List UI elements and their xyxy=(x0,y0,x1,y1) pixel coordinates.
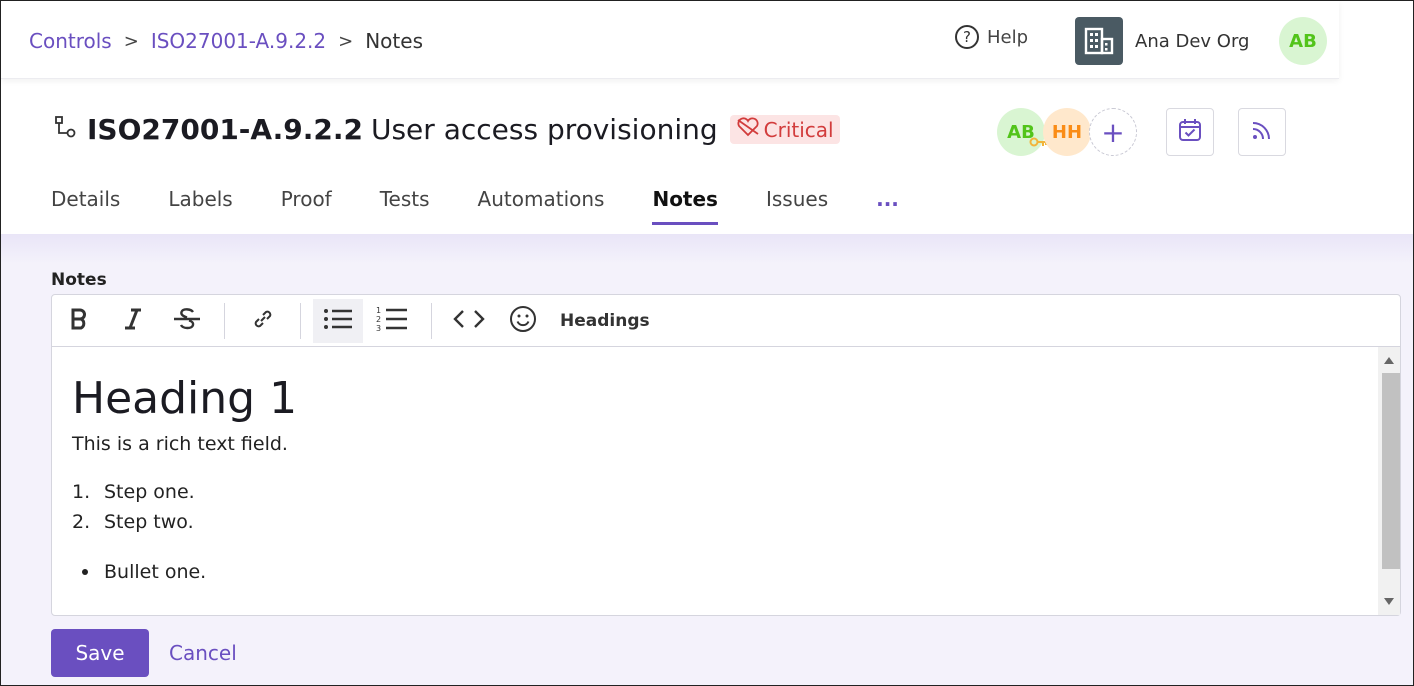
owner-avatars: AB HH + xyxy=(997,108,1137,156)
svg-text:1: 1 xyxy=(376,306,381,315)
notes-label: Notes xyxy=(51,270,107,290)
svg-text:3: 3 xyxy=(376,324,381,332)
toolbar-divider xyxy=(300,303,301,339)
link-button[interactable] xyxy=(238,299,288,343)
bullet-item: Bullet one. xyxy=(72,561,1358,583)
breadcrumb-separator: > xyxy=(338,30,354,52)
criticality-badge: Critical xyxy=(729,115,840,144)
link-icon xyxy=(251,307,275,335)
help-label: Help xyxy=(987,26,1029,48)
breadcrumb-separator: > xyxy=(123,30,139,52)
org-switcher[interactable]: Ana Dev Org xyxy=(1075,17,1249,65)
tab-more[interactable]: ... xyxy=(876,187,899,225)
top-bar: Controls > ISO27001-A.9.2.2 > Notes ? He… xyxy=(1,1,1339,79)
list-text: Step two. xyxy=(104,511,194,533)
breadcrumb: Controls > ISO27001-A.9.2.2 > Notes xyxy=(29,29,423,53)
tab-automations[interactable]: Automations xyxy=(478,187,605,225)
italic-button[interactable] xyxy=(108,299,158,343)
ordered-list: 1. Step one. 2. Step two. xyxy=(72,477,1358,537)
code-button[interactable] xyxy=(444,299,494,343)
strikethrough-icon xyxy=(172,306,202,336)
scroll-down-arrow[interactable] xyxy=(1384,598,1394,605)
save-button[interactable]: Save xyxy=(51,629,149,677)
help-button[interactable]: ? Help xyxy=(955,25,1028,49)
italic-icon xyxy=(122,307,144,335)
list-text: Step one. xyxy=(104,481,195,503)
breadcrumb-current: Notes xyxy=(365,29,423,53)
user-avatar[interactable]: AB xyxy=(1279,17,1327,65)
tab-proof[interactable]: Proof xyxy=(281,187,332,225)
tab-issues[interactable]: Issues xyxy=(766,187,828,225)
emoji-icon xyxy=(509,305,537,337)
list-number: 1. xyxy=(72,481,91,503)
content-paragraph: This is a rich text field. xyxy=(72,433,288,455)
editor-content[interactable]: Heading 1 This is a rich text field. 1. … xyxy=(52,347,1378,615)
code-icon xyxy=(453,307,485,335)
emoji-button[interactable] xyxy=(498,299,548,343)
toolbar-divider xyxy=(224,303,225,339)
list-item: 1. Step one. xyxy=(72,477,1358,507)
control-name: User access provisioning xyxy=(370,113,718,146)
numbered-list-button[interactable]: 123 xyxy=(367,299,417,343)
badge-label: Critical xyxy=(763,117,834,142)
owner-avatar[interactable]: HH xyxy=(1043,108,1091,156)
list-item: 2. Step two. xyxy=(72,507,1358,537)
bold-button[interactable] xyxy=(54,299,104,343)
building-icon xyxy=(1075,17,1123,65)
list-number: 2. xyxy=(72,511,91,533)
cancel-button[interactable]: Cancel xyxy=(169,641,237,665)
editor-scrollbar[interactable] xyxy=(1378,347,1400,615)
broken-heart-icon xyxy=(736,117,760,142)
notes-panel: Notes 1 2 3 Headings Heading 1 This is a… xyxy=(1,234,1413,685)
control-id: ISO27001-A.9.2.2 xyxy=(87,113,363,146)
add-owner-button[interactable]: + xyxy=(1089,108,1137,156)
bullet-list-button[interactable] xyxy=(313,299,363,343)
control-title: ISO27001-A.9.2.2 User access provisionin… xyxy=(53,113,840,146)
scroll-thumb[interactable] xyxy=(1382,373,1400,569)
control-tabs: Details Labels Proof Tests Automations N… xyxy=(51,187,899,225)
hierarchy-icon xyxy=(53,115,79,145)
question-circle-icon: ? xyxy=(955,25,979,49)
numbered-list-icon: 123 xyxy=(376,306,408,336)
tab-notes[interactable]: Notes xyxy=(652,187,718,225)
bullet-list-icon xyxy=(323,307,353,335)
scroll-up-arrow[interactable] xyxy=(1384,357,1394,364)
tab-labels[interactable]: Labels xyxy=(168,187,232,225)
org-name: Ana Dev Org xyxy=(1135,30,1250,52)
editor-toolbar: 123 Headings xyxy=(52,295,1400,347)
owner-avatar[interactable]: AB xyxy=(997,108,1047,156)
tab-tests[interactable]: Tests xyxy=(380,187,430,225)
headings-dropdown[interactable]: Headings xyxy=(560,311,650,331)
list-text: Bullet one. xyxy=(104,561,207,583)
svg-text:2: 2 xyxy=(376,315,381,324)
toolbar-divider xyxy=(431,303,432,339)
bullet-dot xyxy=(82,569,88,575)
content-heading: Heading 1 xyxy=(72,373,298,424)
bold-icon xyxy=(69,307,89,335)
strikethrough-button[interactable] xyxy=(162,299,212,343)
rich-text-editor: 123 Headings Heading 1 This is a rich te… xyxy=(51,294,1401,616)
schedule-button[interactable] xyxy=(1166,108,1214,156)
calendar-check-icon xyxy=(1177,117,1203,147)
tab-details[interactable]: Details xyxy=(51,187,120,225)
rss-icon xyxy=(1250,118,1274,146)
feed-button[interactable] xyxy=(1238,108,1286,156)
breadcrumb-control-link[interactable]: ISO27001-A.9.2.2 xyxy=(151,29,326,53)
breadcrumb-controls-link[interactable]: Controls xyxy=(29,29,112,53)
